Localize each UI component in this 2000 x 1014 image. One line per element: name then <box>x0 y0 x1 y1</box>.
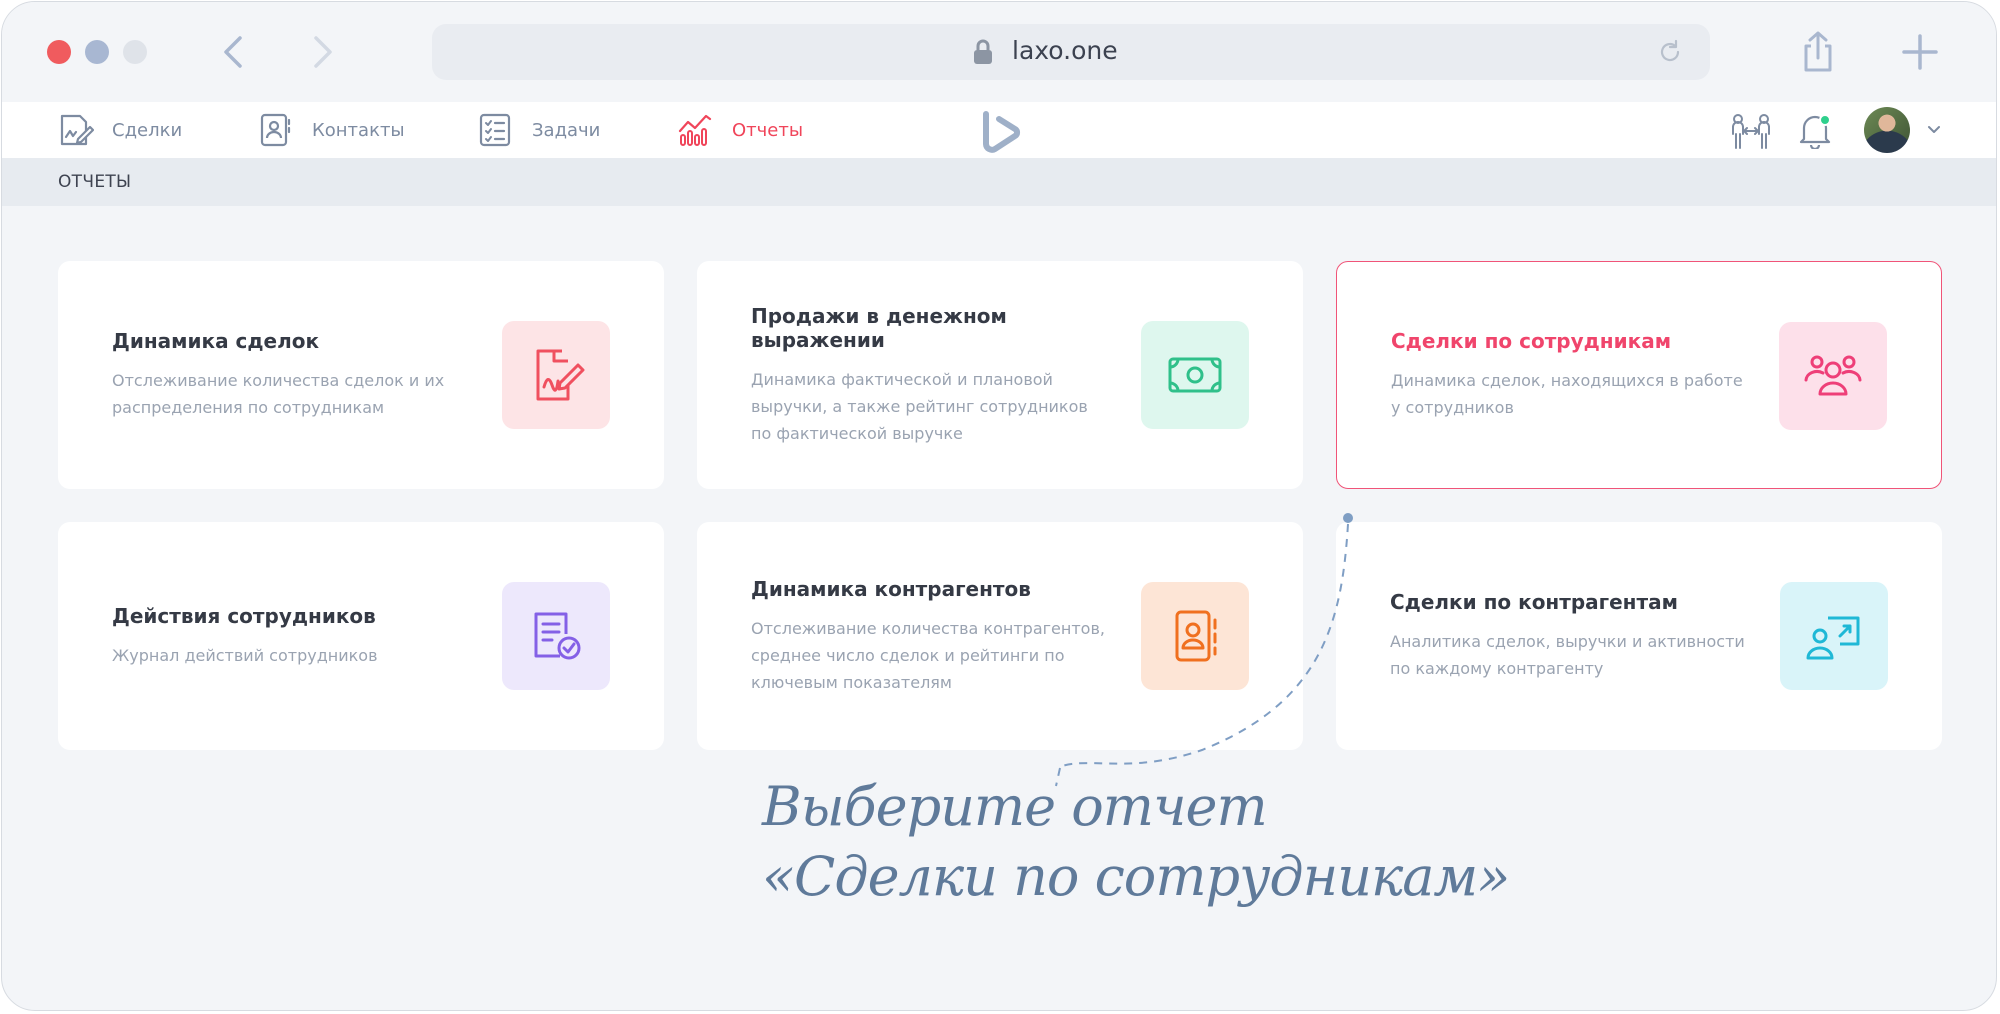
presentation-user-icon <box>1806 616 1860 660</box>
lock-icon <box>974 39 992 64</box>
tasks-icon <box>479 113 511 147</box>
card-description: Журнал действий сотрудников <box>112 645 378 665</box>
nav-item-contacts[interactable]: Контакты <box>256 110 405 150</box>
card-icon-badge <box>502 321 610 429</box>
card-title: Динамика контрагентов <box>751 576 1031 601</box>
document-check-icon <box>534 612 581 660</box>
report-card-sales-money[interactable]: Продажи в денежном выражении Динамика фа… <box>697 261 1303 489</box>
report-card-counterparty-dynamics[interactable]: Динамика контрагентов Отслеживание колич… <box>697 522 1303 750</box>
nav-item-label: Сделки <box>112 119 183 141</box>
avatar[interactable] <box>1864 107 1910 153</box>
share-icon[interactable] <box>1798 30 1838 74</box>
card-title: Продажи в денежном выражении <box>751 303 1007 352</box>
card-title: Сделки по сотрудникам <box>1391 329 1672 353</box>
new-tab-icon[interactable] <box>1902 34 1938 70</box>
nav-item-reports[interactable]: Отчеты <box>676 110 803 150</box>
report-card-deals-dynamics[interactable]: Динамика сделок Отслеживание количества … <box>58 261 664 489</box>
close-window-button[interactable] <box>47 40 71 64</box>
forward-arrow-icon[interactable] <box>302 32 342 72</box>
address-book-icon <box>1175 610 1217 662</box>
reports-icon <box>678 114 712 146</box>
card-icon-badge <box>1780 582 1888 690</box>
maximize-window-button[interactable] <box>123 40 147 64</box>
card-icon-badge <box>1141 321 1249 429</box>
nav-item-deals[interactable]: Сделки <box>56 110 182 150</box>
breadcrumb: ОТЧЕТЫ <box>2 158 1996 206</box>
report-card-employee-actions[interactable]: Действия сотрудников Журнал действий сот… <box>58 522 664 750</box>
report-card-deals-by-employees[interactable]: Сделки по сотрудникам Динамика сделок, н… <box>1336 261 1942 489</box>
card-description: Аналитика сделок, выручки и активности п… <box>1390 632 1745 678</box>
hint-line: Выберите отчет <box>762 775 1268 838</box>
laxo-logo-icon[interactable] <box>977 110 1023 154</box>
team-icon[interactable] <box>1730 112 1772 150</box>
deals-icon <box>60 114 94 146</box>
nav-item-label: Задачи <box>532 119 601 141</box>
card-icon-badge <box>1141 582 1249 690</box>
card-title: Действия сотрудников <box>112 603 376 628</box>
browser-window: laxo.one Сделки Контакты Задачи Отчеты О… <box>1 1 1997 1011</box>
browser-toolbar: laxo.one <box>2 2 1996 102</box>
url-text: laxo.one <box>1012 36 1118 65</box>
card-icon-badge <box>502 582 610 690</box>
reload-icon[interactable] <box>1656 38 1684 66</box>
report-card-deals-by-counterparties[interactable]: Сделки по контрагентам Аналитика сделок,… <box>1336 522 1942 750</box>
nav-item-tasks[interactable]: Задачи <box>476 110 600 150</box>
card-title: Динамика сделок <box>112 329 320 353</box>
card-description: Отслеживание количества контрагентов, ср… <box>751 618 1105 692</box>
card-description: Динамика фактической и плановой выручки,… <box>751 369 1088 443</box>
page-title: ОТЧЕТЫ <box>58 172 132 192</box>
back-arrow-icon[interactable] <box>214 32 254 72</box>
nav-item-label: Отчеты <box>732 119 804 141</box>
card-title: Сделки по контрагентам <box>1390 590 1678 614</box>
chevron-down-icon[interactable] <box>1926 122 1942 138</box>
banknote-icon <box>1168 357 1222 393</box>
window-controls <box>47 40 147 64</box>
users-group-icon <box>1804 355 1862 396</box>
bell-icon[interactable] <box>1798 111 1832 149</box>
nav-item-label: Контакты <box>312 119 405 141</box>
address-bar[interactable]: laxo.one <box>432 24 1710 80</box>
app-navigation: Сделки Контакты Задачи Отчеты <box>2 102 1996 158</box>
card-description: Динамика сделок, находящихся в работе у … <box>1391 371 1743 417</box>
hint-line: «Сделки по сотрудникам» <box>762 845 1510 908</box>
card-icon-badge <box>1779 322 1887 430</box>
card-description: Отслеживание количества сделок и их расп… <box>112 371 445 417</box>
hint-caption: Выберите отчет «Сделки по сотрудникам» <box>762 772 1510 912</box>
document-signature-icon <box>536 349 585 401</box>
contacts-icon <box>260 113 291 147</box>
minimize-window-button[interactable] <box>85 40 109 64</box>
